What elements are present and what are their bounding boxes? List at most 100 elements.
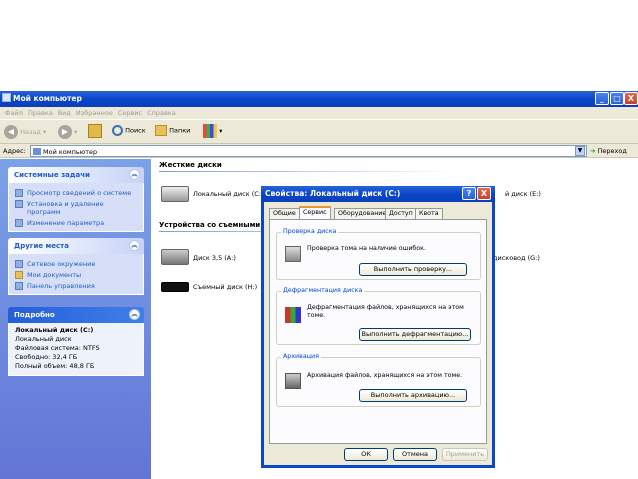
usb-drive-icon[interactable] — [161, 282, 189, 292]
details-body: Локальный диск (C:) Локальный диск Файло… — [8, 323, 144, 376]
back-label: Назад — [20, 128, 41, 136]
toolbar: ◀ Назад ▾ ▶ ▾ Поиск Папки ▾ — [0, 119, 638, 144]
check-disk-group: Проверка диска Проверка тома на наличие … — [276, 228, 481, 280]
other-places-body: Сетевое окружение Мои документы Панель у… — [8, 254, 144, 295]
tab-sharing[interactable]: Доступ — [385, 208, 417, 219]
go-button[interactable]: ➔ Переход — [590, 147, 627, 155]
apply-button[interactable]: Применить — [442, 448, 488, 461]
drive-e-label[interactable]: й диск (E:) — [505, 190, 541, 198]
back-button[interactable]: ◀ Назад ▾ — [4, 125, 46, 139]
forward-button[interactable]: ▶ ▾ — [58, 125, 77, 139]
place-my-documents[interactable]: Мои документы — [15, 271, 137, 279]
info-icon — [15, 189, 23, 197]
collapse-chevron-icon[interactable]: ︽ — [129, 169, 140, 180]
computer-icon — [33, 148, 41, 155]
menu-help[interactable]: Справка — [147, 109, 176, 117]
details-free: Свободно: 32,4 ГБ — [15, 353, 78, 361]
menu-file[interactable]: Файл — [5, 109, 23, 117]
defrag-icon — [285, 307, 301, 323]
task-change-setting[interactable]: Изменение параметра — [15, 219, 137, 227]
cancel-button[interactable]: Отмена — [393, 448, 437, 461]
menu-edit[interactable]: Правка — [28, 109, 53, 117]
check-disk-label: Проверка диска — [281, 228, 339, 235]
close-button[interactable]: X — [624, 92, 638, 105]
place-label: Мои документы — [27, 271, 82, 279]
title-bar[interactable]: Мой компьютер _ □ X — [0, 91, 638, 107]
tab-quota[interactable]: Квота — [415, 208, 443, 219]
ok-button[interactable]: ОК — [344, 448, 388, 461]
dialog-title-bar[interactable]: Свойства: Локальный диск (C:) ? X — [261, 186, 495, 202]
task-add-remove-programs[interactable]: Установка и удаление программ — [15, 200, 137, 216]
tools-tab-pane: Проверка диска Проверка тома на наличие … — [269, 219, 487, 444]
menu-tools[interactable]: Сервис — [118, 109, 142, 117]
folders-button[interactable]: Папки — [155, 125, 190, 136]
check-disk-icon — [285, 246, 301, 262]
collapse-chevron-icon[interactable]: ︽ — [129, 309, 140, 320]
menu-favorites[interactable]: Избранное — [76, 109, 113, 117]
forward-arrow-icon: ▶ — [58, 125, 72, 139]
search-icon — [112, 125, 123, 136]
details-type: Локальный диск — [15, 335, 72, 343]
place-label: Сетевое окружение — [27, 260, 96, 268]
tab-general[interactable]: Общие — [269, 208, 300, 219]
backup-label: Архивация — [281, 353, 321, 360]
properties-dialog: Свойства: Локальный диск (C:) ? X Общие … — [261, 186, 495, 468]
place-label: Панель управления — [27, 282, 95, 290]
control-panel-icon — [15, 282, 23, 290]
go-arrow-icon: ➔ — [590, 147, 596, 155]
address-dropdown-icon[interactable]: ▼ — [575, 146, 585, 156]
check-disk-text: Проверка тома на наличие ошибок. — [307, 245, 426, 252]
network-icon — [15, 260, 23, 268]
help-button[interactable]: ? — [462, 187, 476, 200]
menu-view[interactable]: Вид — [58, 109, 71, 117]
dialog-close-button[interactable]: X — [477, 187, 491, 200]
menu-bar: Файл Правка Вид Избранное Сервис Справка — [0, 107, 638, 119]
removable-h-label[interactable]: Съемный диск (H:) — [193, 283, 257, 291]
folders-icon — [155, 125, 167, 136]
details-filesystem: Файловая система: NTFS — [15, 344, 100, 352]
address-bar: Адрес: Мой компьютер ▼ ➔ Переход — [0, 144, 638, 158]
dialog-title: Свойства: Локальный диск (C:) — [265, 189, 401, 198]
backup-text: Архивация файлов, хранящихся на этом том… — [307, 372, 463, 379]
folder-icon — [15, 271, 23, 279]
place-control-panel[interactable]: Панель управления — [15, 282, 137, 290]
system-tasks-header[interactable]: Системные задачи ︽ — [8, 167, 144, 183]
run-backup-button[interactable]: Выполнить архивацию... — [359, 389, 467, 402]
other-places-header[interactable]: Другие места ︽ — [8, 238, 144, 254]
control-panel-icon — [15, 219, 23, 227]
views-icon — [203, 124, 217, 138]
address-input[interactable]: Мой компьютер ▼ — [30, 145, 587, 157]
group-divider — [159, 171, 459, 172]
place-network[interactable]: Сетевое окружение — [15, 260, 137, 268]
details-panel: Подробно ︽ Локальный диск (C:) Локальный… — [8, 307, 144, 376]
system-tasks-body: Просмотр сведений о системе Установка и … — [8, 183, 144, 232]
tab-tools[interactable]: Сервис — [299, 206, 331, 219]
back-arrow-icon: ◀ — [4, 125, 18, 139]
collapse-chevron-icon[interactable]: ︽ — [129, 240, 140, 251]
tab-hardware[interactable]: Оборудование — [334, 208, 391, 219]
minimize-button[interactable]: _ — [595, 92, 609, 105]
views-button[interactable]: ▾ — [203, 124, 222, 138]
task-label: Изменение параметра — [27, 219, 105, 227]
hard-drive-icon[interactable] — [161, 186, 189, 202]
floppy-a-label[interactable]: Диск 3,5 (A:) — [193, 254, 236, 262]
floppy-drive-icon[interactable] — [161, 249, 189, 265]
drive-c-label[interactable]: Локальный диск (C:) — [193, 190, 264, 198]
details-total: Полный объем: 48,8 ГБ — [15, 362, 95, 370]
up-folder-icon[interactable] — [88, 124, 102, 138]
run-defrag-button[interactable]: Выполнить дефрагментацию... — [359, 328, 471, 341]
removable-group-title: Устройства со съемными но — [159, 221, 273, 229]
maximize-button[interactable]: □ — [610, 92, 624, 105]
address-label: Адрес: — [3, 147, 26, 155]
hdd-group-title: Жесткие диски — [159, 161, 222, 169]
backup-icon — [285, 373, 301, 389]
system-tasks-panel: Системные задачи ︽ Просмотр сведений о с… — [8, 167, 144, 232]
details-header[interactable]: Подробно ︽ — [8, 307, 144, 323]
run-check-button[interactable]: Выполнить проверку... — [359, 263, 467, 276]
dvd-g-label[interactable]: дисковод (G:) — [493, 254, 540, 262]
task-view-system-info[interactable]: Просмотр сведений о системе — [15, 189, 137, 197]
search-button[interactable]: Поиск — [112, 125, 146, 136]
system-tasks-title: Системные задачи — [14, 171, 90, 179]
programs-icon — [15, 200, 23, 208]
defrag-text: Дефрагментация файлов, хранящихся на это… — [307, 304, 464, 319]
